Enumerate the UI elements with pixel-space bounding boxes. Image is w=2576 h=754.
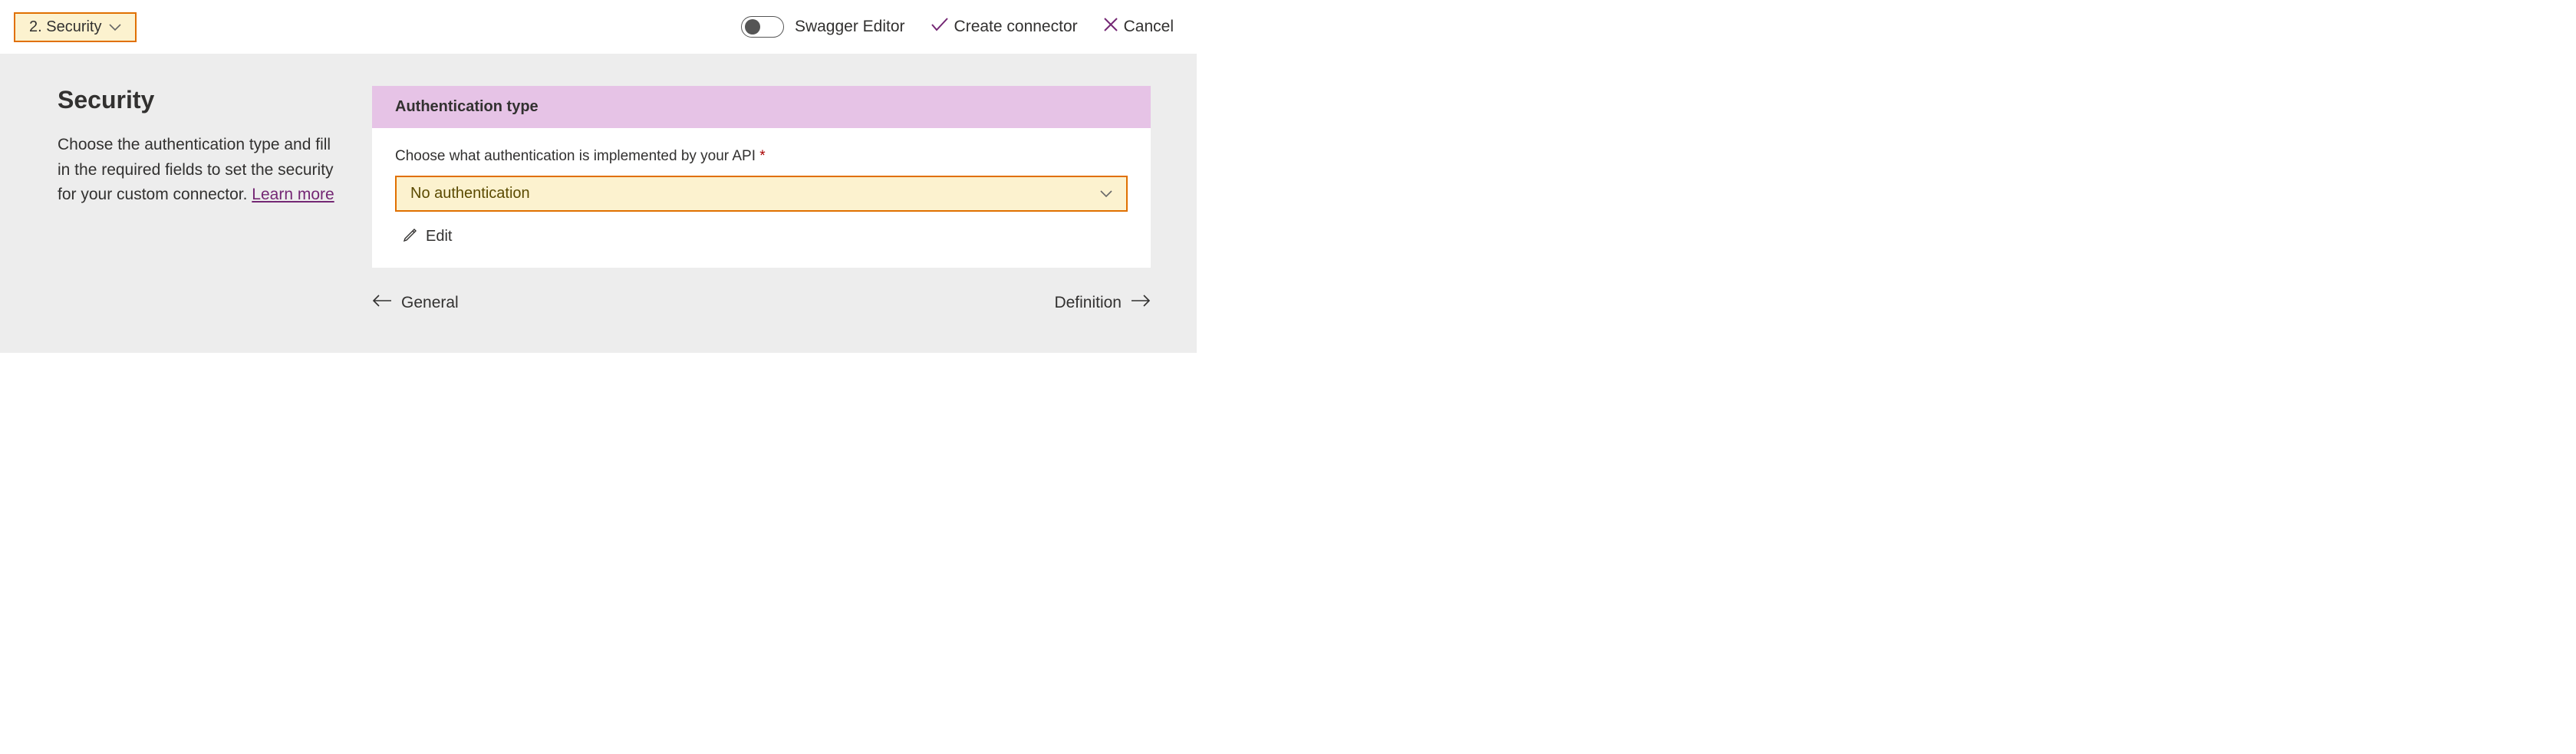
auth-type-select[interactable]: No authentication bbox=[395, 176, 1128, 212]
page-title: Security bbox=[58, 86, 341, 114]
required-mark: * bbox=[759, 148, 765, 164]
step-label: 2. Security bbox=[29, 18, 101, 36]
prev-button[interactable]: General bbox=[372, 294, 459, 312]
arrow-left-icon bbox=[372, 294, 392, 312]
auth-selected-value: No authentication bbox=[410, 185, 530, 202]
swagger-label: Swagger Editor bbox=[795, 18, 905, 36]
left-column: Security Choose the authentication type … bbox=[58, 86, 341, 314]
learn-more-link[interactable]: Learn more bbox=[252, 186, 334, 203]
create-label: Create connector bbox=[954, 18, 1078, 36]
toggle-knob bbox=[745, 19, 760, 35]
auth-card-header: Authentication type bbox=[372, 86, 1151, 128]
toggle-track bbox=[741, 16, 784, 38]
cancel-button[interactable]: Cancel bbox=[1104, 18, 1174, 36]
pencil-icon bbox=[403, 227, 418, 246]
cancel-label: Cancel bbox=[1124, 18, 1174, 36]
page-description: Choose the authentication type and fill … bbox=[58, 133, 341, 208]
arrow-right-icon bbox=[1131, 294, 1151, 312]
chevron-down-icon bbox=[109, 18, 121, 36]
chevron-down-icon bbox=[1100, 185, 1112, 202]
topbar-actions: Swagger Editor Create connector Cancel bbox=[741, 16, 1174, 38]
prev-label: General bbox=[401, 294, 459, 312]
right-column: Authentication type Choose what authenti… bbox=[372, 86, 1151, 314]
next-button[interactable]: Definition bbox=[1054, 294, 1151, 312]
auth-field-label: Choose what authentication is implemente… bbox=[395, 148, 1128, 165]
check-icon bbox=[931, 18, 948, 36]
topbar: 2. Security Swagger Editor Create connec… bbox=[0, 0, 1197, 54]
edit-label: Edit bbox=[426, 228, 452, 245]
nav-row: General Definition bbox=[372, 294, 1151, 312]
swagger-toggle[interactable]: Swagger Editor bbox=[741, 16, 905, 38]
create-connector-button[interactable]: Create connector bbox=[931, 18, 1078, 36]
auth-card-body: Choose what authentication is implemente… bbox=[372, 128, 1151, 268]
auth-field-text: Choose what authentication is implemente… bbox=[395, 148, 756, 164]
workspace: Security Choose the authentication type … bbox=[0, 54, 1197, 353]
close-icon bbox=[1104, 18, 1118, 36]
edit-button[interactable]: Edit bbox=[403, 227, 452, 246]
auth-card: Authentication type Choose what authenti… bbox=[372, 86, 1151, 268]
step-dropdown[interactable]: 2. Security bbox=[14, 12, 137, 42]
next-label: Definition bbox=[1054, 294, 1122, 312]
